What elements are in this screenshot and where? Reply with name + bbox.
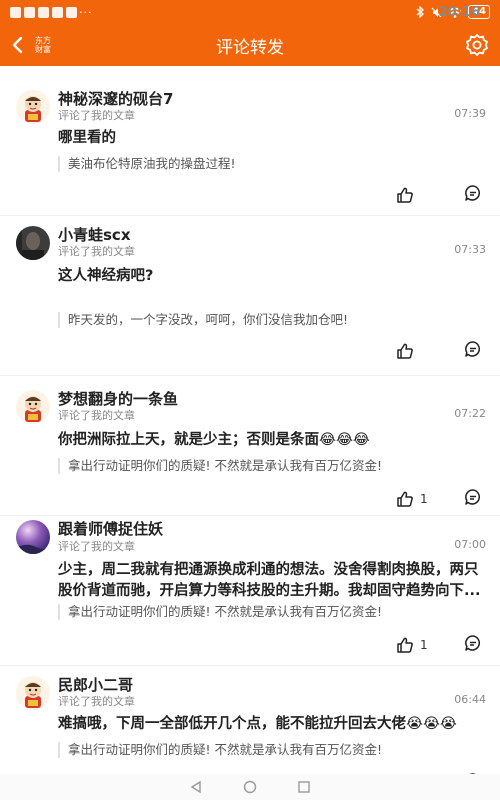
comment-time: 07:00 [454,538,486,551]
logo-line1: 东方 [35,36,51,45]
avatar[interactable] [16,676,50,710]
comment-bubble-icon [465,341,481,357]
comment-bubble-icon [465,185,481,201]
action-label: 评论了我的文章 [58,695,135,708]
back-button[interactable] [2,24,32,66]
commenter-name[interactable]: 跟着师傅捉住妖 [58,518,163,539]
avatar[interactable] [16,390,50,424]
app-notification-icon [24,6,35,18]
action-label: 评论了我的文章 [58,540,135,553]
comment-time: 07:33 [454,243,486,256]
quoted-article[interactable]: 拿出行动证明你们的质疑! 不然就是承认我有百万亿资金! [58,604,486,620]
reply-button[interactable] [464,634,482,656]
tiktok-icon [10,6,21,18]
comment-text[interactable]: 哪里看的 [58,128,486,149]
avatar[interactable] [16,520,50,554]
reply-button[interactable] [464,340,482,362]
action-label: 评论了我的文章 [58,409,135,422]
reply-button[interactable] [464,184,482,206]
system-nav-bar [0,774,500,800]
app-notification-icon [38,6,49,18]
comment-time: 07:39 [454,107,486,120]
nav-home-icon[interactable] [243,780,257,794]
app-notification-icon [66,6,77,18]
status-bar: 20:16 ··· 44 [0,0,500,24]
comment-text[interactable]: 你把洲际拉上天，就是少主；否则是条面😂😂😂 [58,430,486,451]
nav-back-icon[interactable] [189,780,203,794]
action-label: 评论了我的文章 [58,245,135,258]
bluetooth-icon [416,6,425,18]
thumbs-up-icon [397,343,413,359]
comment-item[interactable]: 跟着师傅捉住妖 评论了我的文章 07:00 少主，周二我就有把通源换成利通的想法。没舍… [0,516,500,666]
comment-list[interactable]: 神秘深邃的砚台7 评论了我的文章 07:39 哪里看的 美油布伦特原油我的操盘过程! 小青… [0,66,500,774]
chevron-left-icon [12,36,23,54]
more-notifications-icon: ··· [79,5,93,19]
quoted-article[interactable]: 昨天发的，一个字没改，呵呵，你们没信我加仓吧! [58,312,486,328]
gear-icon [466,34,488,56]
nav-recents-icon[interactable] [297,780,311,794]
comment-text[interactable]: 这人神经病吧? [58,266,486,287]
commenter-name[interactable]: 小青蛙scx [58,224,131,245]
logo-line2: 财富 [35,45,51,54]
commenter-name[interactable]: 民郎小二哥 [58,674,133,695]
comment-actions [396,340,482,362]
comment-actions [396,184,482,206]
comment-item[interactable]: 神秘深邃的砚台7 评论了我的文章 07:39 哪里看的美油布伦特原油我的操盘过程! [0,66,500,216]
comment-actions: 1 [396,488,482,510]
comment-bubble-icon [465,489,481,505]
thumbs-up-icon [397,491,413,507]
like-button[interactable]: 1 [396,636,428,654]
comment-item[interactable]: 小青蛙scx 评论了我的文章 07:33 这人神经病吧? 昨天发的，一个字没改，呵呵，你… [0,216,500,376]
thumbs-up-icon [397,187,413,203]
comment-actions: 1 [396,634,482,656]
comment-item[interactable]: 民郎小二哥 评论了我的文章 06:44 难搞哦，下周一全部低开几个点，能不能拉升回去大… [0,666,500,774]
comment-time: 06:44 [454,693,486,706]
like-count: 1 [420,492,428,506]
notification-icons [10,6,77,18]
comment-text[interactable]: 少主，周二我就有把通源换成利通的想法。没舍得割肉换股，两只股价背道而驰，开启算力… [58,560,486,602]
like-button[interactable] [396,342,428,360]
quoted-article[interactable]: 美油布伦特原油我的操盘过程! [58,156,486,172]
avatar[interactable] [16,90,50,124]
action-label: 评论了我的文章 [58,109,135,122]
commenter-name[interactable]: 神秘深邃的砚台7 [58,88,173,109]
app-notification-icon [52,6,63,18]
comment-time: 07:22 [454,407,486,420]
status-time: 20:16 [438,4,480,20]
avatar[interactable] [16,226,50,260]
quoted-article[interactable]: 拿出行动证明你们的质疑! 不然就是承认我有百万亿资金! [58,458,486,474]
comment-item[interactable]: 梦想翻身的一条鱼 评论了我的文章 07:22 你把洲际拉上天，就是少主；否则是条面😂😂… [0,376,500,516]
reply-button[interactable] [464,488,482,510]
like-count: 1 [420,638,428,652]
like-button[interactable]: 1 [396,490,428,508]
app-header: 东方 财富 评论转发 [0,24,500,66]
app-logo: 东方 财富 [32,36,54,54]
like-button[interactable] [396,186,428,204]
thumbs-up-icon [397,637,413,653]
commenter-name[interactable]: 梦想翻身的一条鱼 [58,388,178,409]
settings-button[interactable] [464,32,490,58]
quoted-article[interactable]: 拿出行动证明你们的质疑! 不然就是承认我有百万亿资金! [58,742,486,758]
page-title: 评论转发 [216,37,284,58]
comment-text[interactable]: 难搞哦，下周一全部低开几个点，能不能拉升回去大佬😭😭😭 [58,714,486,735]
comment-bubble-icon [465,635,481,651]
